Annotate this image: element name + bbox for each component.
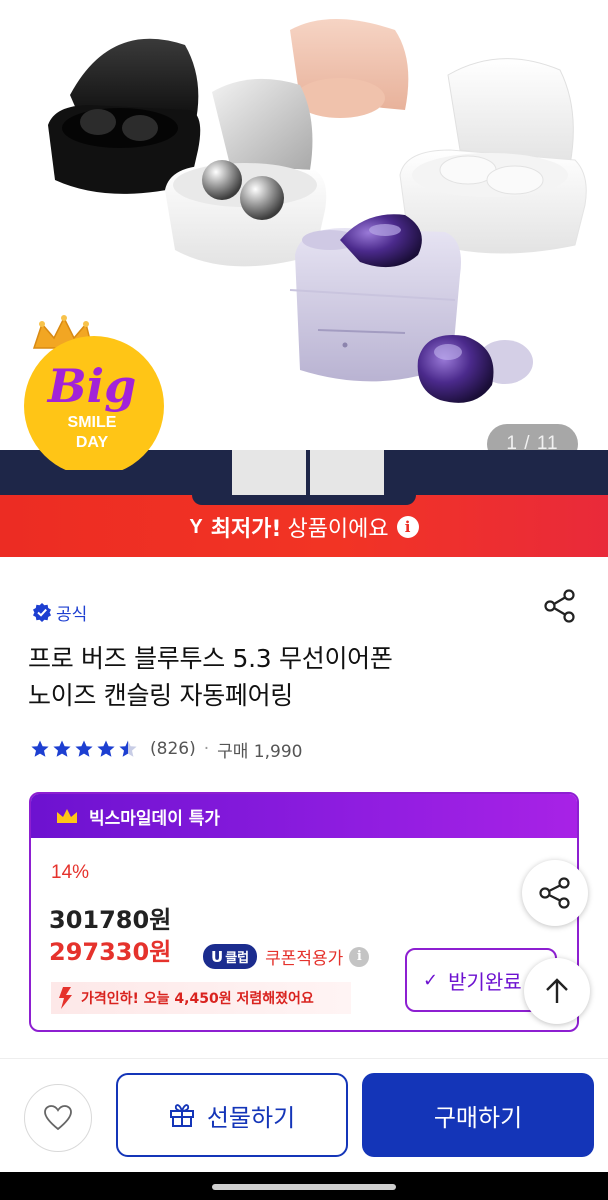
half-star-icon (119, 740, 137, 757)
rating-row[interactable]: (826) · 구매 1,990 (30, 736, 302, 762)
big-smile-day-logo: Big SMILE DAY (22, 310, 166, 476)
lowest-price-label: 상품이에요 (287, 517, 389, 542)
gift-button[interactable]: 선물하기 (116, 1073, 348, 1157)
strip-block (232, 450, 306, 498)
scroll-to-top-button[interactable] (524, 958, 590, 1024)
share-icon[interactable] (542, 588, 578, 624)
review-count[interactable]: (826) (150, 739, 196, 759)
star-icon (75, 740, 93, 757)
special-price-header: 빅스마일데이 특가 (31, 794, 577, 838)
logo-smile-text: SMILE (68, 414, 117, 431)
lowest-price-banner[interactable]: Y 최저가! 상품이에요 i (0, 495, 608, 557)
buy-button[interactable]: 구매하기 (362, 1073, 594, 1157)
gift-icon (169, 1104, 194, 1127)
coupon-button-label: 받기완료 (448, 969, 522, 994)
brand-y-icon: Y (189, 515, 203, 538)
banner-notch (192, 495, 416, 505)
logo-big-text: Big (46, 359, 137, 413)
info-icon[interactable]: i (349, 946, 370, 967)
buy-button-label: 구매하기 (433, 1103, 523, 1132)
arrow-up-icon (546, 978, 568, 1003)
price-drop-notice: 가격인하! 오늘 4,450원 저렴해졌어요 (51, 982, 351, 1014)
heart-icon (44, 1105, 72, 1131)
coupon-price-text: 쿠폰적용가 (265, 949, 344, 969)
sale-price: 297330원 (49, 938, 172, 966)
special-price-title: 빅스마일데이 특가 (89, 808, 221, 829)
official-seller-label[interactable]: 공식 (32, 600, 88, 625)
star-icon (31, 740, 49, 757)
separator-dot: · (203, 739, 210, 759)
price-down-arrow-icon (59, 987, 72, 1009)
special-price-box: 빅스마일데이 특가 14% 301780원 297330원 U 클럽 쿠폰적용가 … (29, 792, 579, 1032)
gift-button-label: 선물하기 (206, 1103, 296, 1132)
star-rating (30, 739, 140, 759)
wishlist-button[interactable] (24, 1084, 92, 1152)
discount-rate: 14% (51, 862, 90, 883)
original-price: 301780원 (49, 906, 172, 934)
product-title-line2: 노이즈 캔슬링 자동페어링 (28, 681, 293, 710)
share-icon (539, 877, 570, 909)
verified-badge-icon (33, 603, 51, 622)
strip-block (310, 450, 384, 498)
gallery-page-indicator: 1 / 11 (487, 424, 578, 450)
home-indicator[interactable] (212, 1184, 396, 1190)
product-page: 1 / 11 Y 최저가! 상품이에요 i Big SMILE DAY 공식 프… (0, 0, 608, 1200)
price-drop-text: 가격인하! 오늘 4,450원 저렴해졌어요 (81, 991, 314, 1007)
u-club-badge: U 클럽 (203, 944, 258, 969)
logo-day-text: DAY (76, 434, 109, 451)
info-icon[interactable]: i (396, 516, 419, 538)
floating-share-button[interactable] (522, 860, 588, 926)
product-title: 프로 버즈 블루투스 5.3 무선이어폰 노이즈 캔슬링 자동페어링 (28, 640, 588, 714)
coupon-price-label[interactable]: U 클럽 쿠폰적용가 i (203, 944, 370, 969)
check-icon: ✓ (423, 969, 439, 991)
product-title-line1: 프로 버즈 블루투스 5.3 무선이어폰 (28, 644, 393, 673)
purchase-count: 구매 1,990 (217, 741, 303, 762)
lowest-price-text: Y 최저가! 상품이에요 i (0, 507, 608, 547)
divider (0, 1058, 608, 1059)
lowest-price-bold: 최저가! (210, 517, 282, 542)
crown-icon (57, 809, 77, 823)
star-icon (97, 740, 115, 757)
star-icon (53, 740, 71, 757)
seller-label-text: 공식 (56, 604, 88, 625)
